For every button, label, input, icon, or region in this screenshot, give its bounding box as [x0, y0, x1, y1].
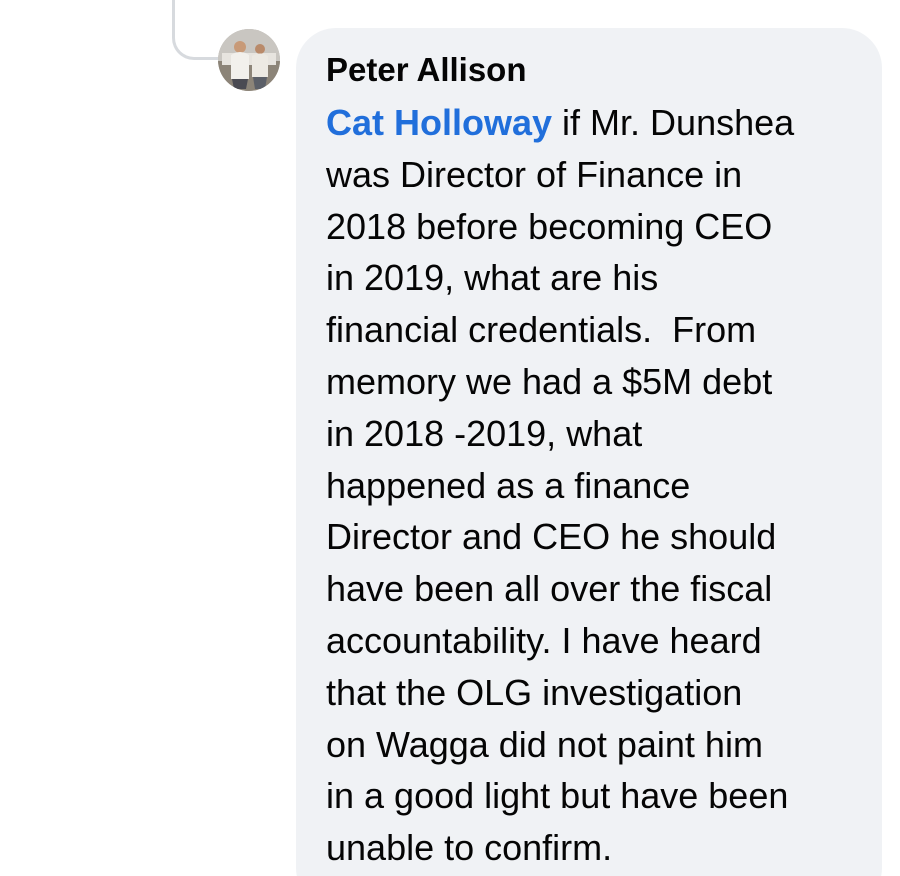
comment-line: memory we had a $5M debt: [326, 360, 773, 402]
comment-line: Cat Holloway if Mr. Dunshea: [326, 97, 866, 149]
comment-text: Cat Holloway if Mr. Dunshea was Director…: [326, 97, 866, 874]
comment-line: in 2019, what are his: [326, 257, 659, 299]
reply-thread-connector: [172, 0, 220, 60]
comment-line: that the OLG investigation: [326, 671, 743, 713]
comment-line: in 2018 -2019, what: [326, 412, 643, 454]
comment-line: Director and CEO he should: [326, 516, 777, 558]
comment-text-segment: if Mr. Dunshea: [552, 102, 795, 143]
profile-photo-icon: [218, 29, 280, 91]
comment-line: in a good light but have been: [326, 775, 789, 817]
comment-line: happened as a finance: [326, 464, 691, 506]
comment-line: on Wagga did not paint him: [326, 723, 763, 765]
comment-author-name[interactable]: Peter Allison: [326, 49, 527, 91]
comment-line: financial credentials. From: [326, 309, 757, 351]
comment-line: was Director of Finance in: [326, 153, 743, 195]
comment-line: 2018 before becoming CEO: [326, 205, 773, 247]
comment-line: unable to confirm.: [326, 827, 613, 869]
comment-line: accountability. I have heard: [326, 619, 762, 661]
comment-line: have been all over the fiscal: [326, 568, 773, 610]
avatar[interactable]: [218, 29, 280, 91]
mention-link[interactable]: Cat Holloway: [326, 102, 552, 143]
